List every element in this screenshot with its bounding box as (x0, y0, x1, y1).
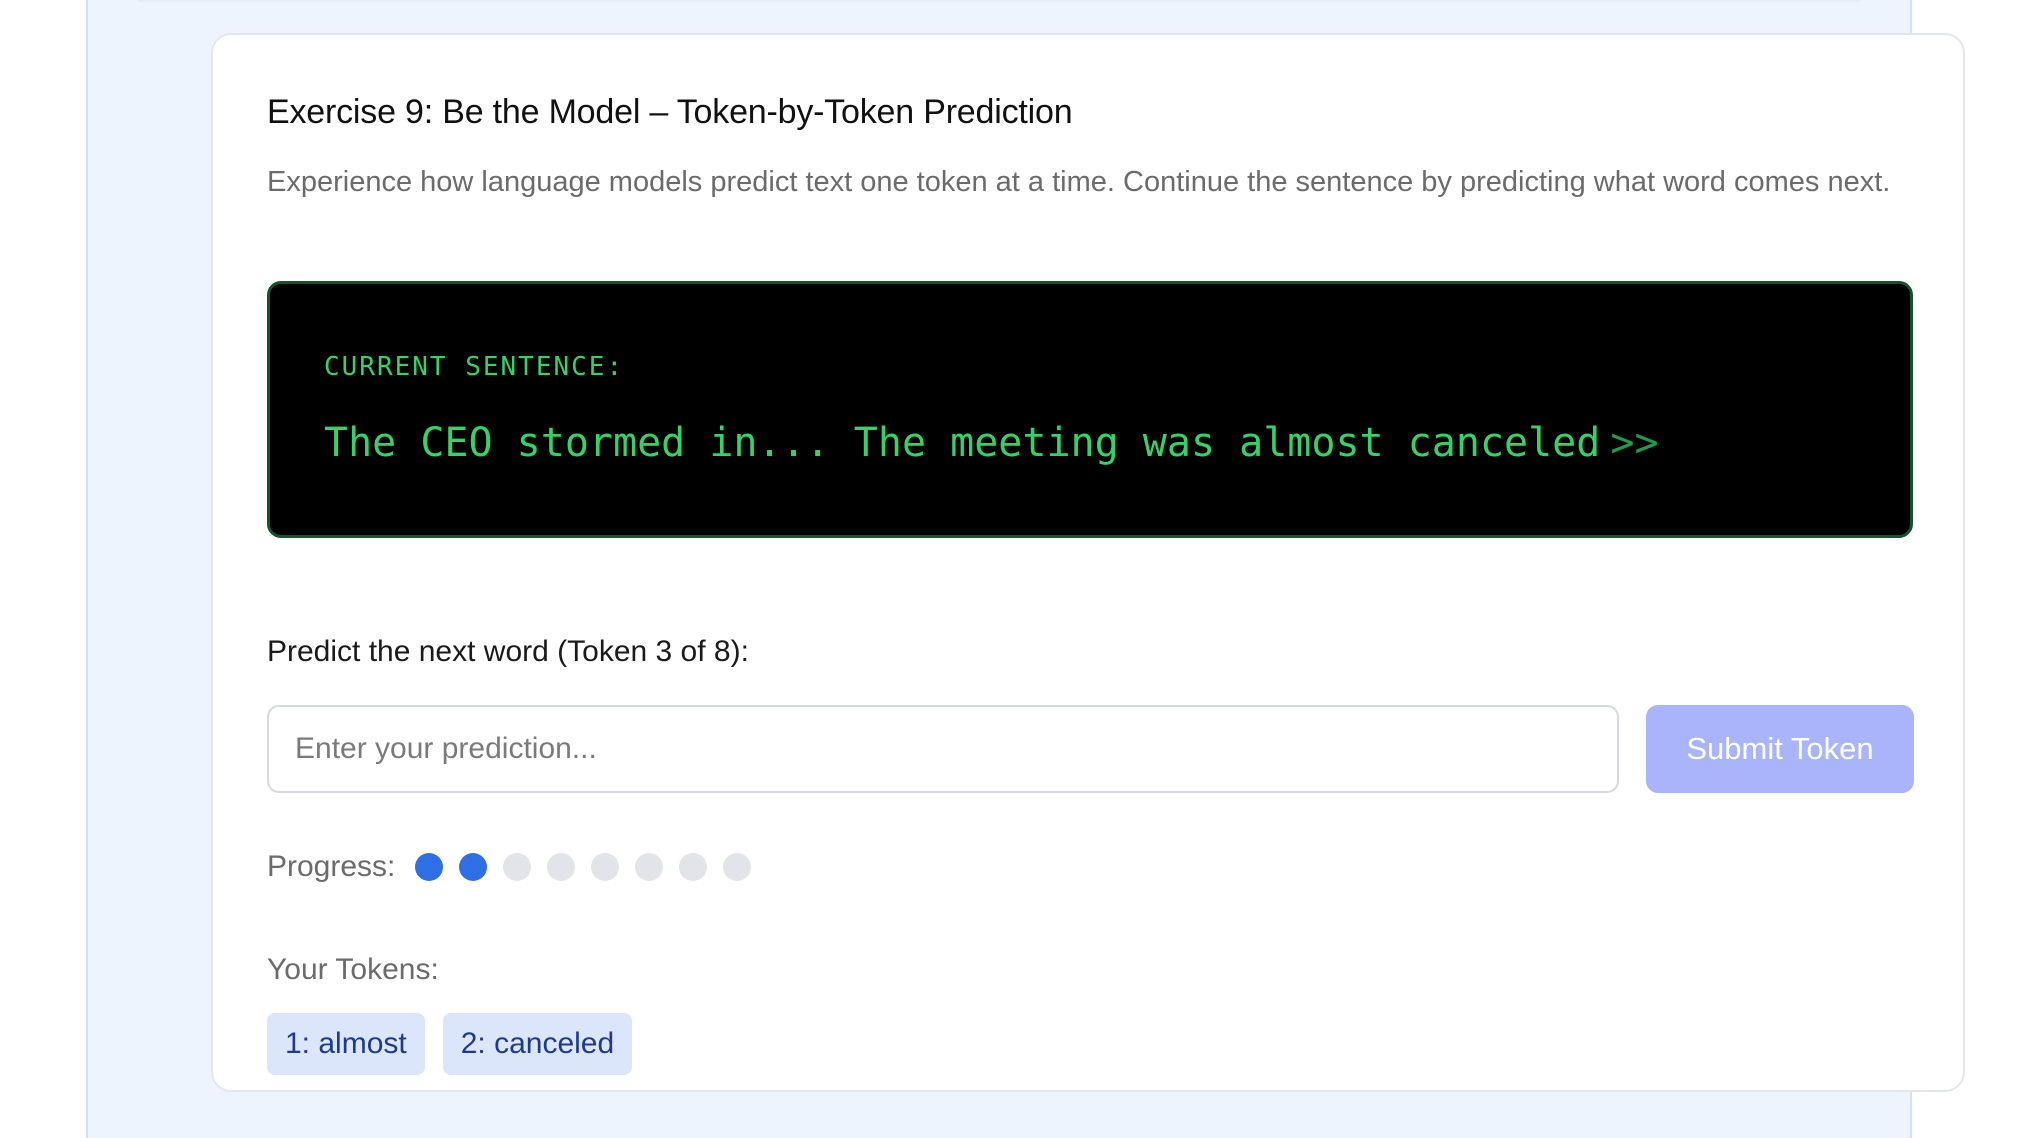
progress-dot-pending (503, 853, 532, 881)
token-chip-list: 1: almost 2: canceled (267, 1013, 650, 1075)
progress-dot-complete (415, 853, 444, 881)
progress-dot-complete (459, 853, 488, 881)
progress-dot-pending (547, 853, 576, 881)
sentence-text: The CEO stormed in... The meeting was al… (324, 420, 1601, 466)
token-chip: 2: canceled (442, 1013, 633, 1075)
exercise-description: Experience how language models predict t… (267, 166, 1891, 198)
prediction-label: Predict the next word (Token 3 of 8): (267, 635, 749, 668)
page-background: Exercise 9: Be the Model – Token-by-Toke… (86, 0, 1965, 1138)
progress-dot-pending (679, 853, 708, 881)
cursor-indicator: >> (1610, 420, 1659, 466)
prediction-input[interactable] (267, 705, 1619, 793)
previous-card-edge (138, 0, 1860, 2)
progress-label: Progress: (267, 850, 396, 883)
terminal-label: CURRENT SENTENCE: (324, 352, 625, 382)
progress-dots (415, 853, 767, 881)
current-sentence: The CEO stormed in... The meeting was al… (324, 420, 1659, 466)
progress-dot-pending (635, 853, 664, 881)
exercise-card: Exercise 9: Be the Model – Token-by-Toke… (211, 33, 1965, 1092)
exercise-title: Exercise 9: Be the Model – Token-by-Toke… (267, 93, 1073, 131)
token-chip: 1: almost (267, 1013, 425, 1075)
sentence-terminal: CURRENT SENTENCE: The CEO stormed in... … (267, 281, 1913, 538)
progress-dot-pending (723, 853, 752, 881)
tokens-label: Your Tokens: (267, 953, 439, 986)
progress-dot-pending (591, 853, 620, 881)
submit-token-button[interactable]: Submit Token (1646, 705, 1914, 793)
progress-indicator: Progress: (267, 847, 767, 887)
